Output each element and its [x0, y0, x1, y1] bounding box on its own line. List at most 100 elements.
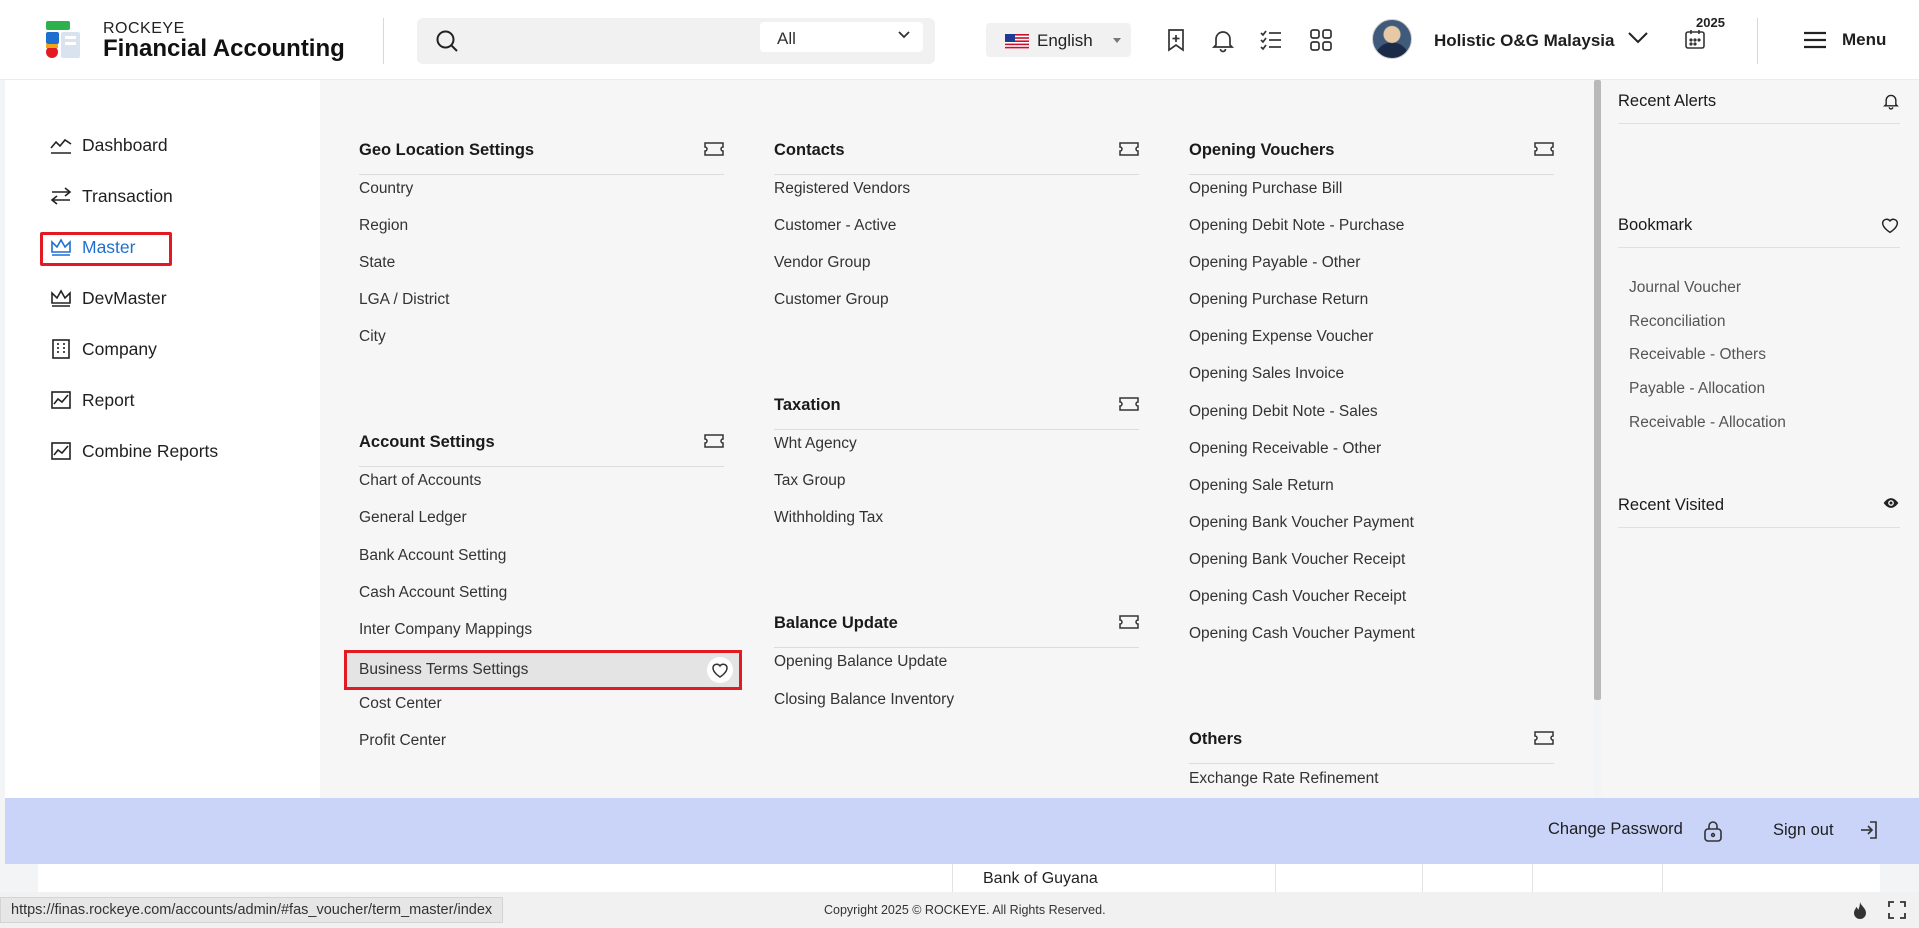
bookmark-header: Bookmark: [1618, 204, 1900, 248]
menu-link-state[interactable]: State: [359, 254, 395, 272]
menu-link-opening-sale-return[interactable]: Opening Sale Return: [1189, 477, 1334, 495]
menu-link-bank-account-setting[interactable]: Bank Account Setting: [359, 547, 506, 565]
section-header-opening-vouchers: Opening Vouchers: [1189, 125, 1554, 175]
nav-item-transaction[interactable]: Transaction: [50, 183, 290, 209]
ticket-icon[interactable]: [1119, 615, 1139, 629]
menu-link-customer-group[interactable]: Customer Group: [774, 291, 889, 309]
nav-item-company[interactable]: Company: [50, 336, 290, 362]
bell-icon[interactable]: [1210, 27, 1236, 53]
menu-link-lga-district[interactable]: LGA / District: [359, 291, 449, 309]
sign-out-icon[interactable]: [1859, 820, 1879, 840]
bookmark-reconciliation[interactable]: Reconciliation: [1629, 313, 1726, 331]
menu-link-profit-center[interactable]: Profit Center: [359, 732, 446, 750]
ticket-icon[interactable]: [1119, 397, 1139, 411]
menu-link-chart-of-accounts[interactable]: Chart of Accounts: [359, 472, 481, 490]
section-title: Taxation: [774, 396, 841, 414]
menu-link-opening-balance-update[interactable]: Opening Balance Update: [774, 653, 947, 671]
menu-link-vendor-group[interactable]: Vendor Group: [774, 254, 871, 272]
bell-icon[interactable]: [1882, 92, 1900, 110]
menu-link-opening-receivable-other[interactable]: Opening Receivable - Other: [1189, 440, 1381, 458]
nav-item-report[interactable]: Report: [50, 387, 290, 413]
scrollbar[interactable]: [1594, 80, 1601, 700]
bookmark-receivable-others[interactable]: Receivable - Others: [1629, 346, 1766, 364]
eye-icon[interactable]: [1882, 496, 1900, 510]
menu-link-exchange-rate-refinement[interactable]: Exchange Rate Refinement: [1189, 770, 1379, 788]
nav-label: Company: [82, 339, 157, 359]
menu-link-business-terms-settings[interactable]: Business Terms Settings: [344, 650, 742, 690]
avatar[interactable]: [1372, 19, 1412, 59]
sign-out-link[interactable]: Sign out: [1773, 821, 1834, 840]
menu-link-opening-cash-voucher-payment[interactable]: Opening Cash Voucher Payment: [1189, 625, 1415, 643]
fullscreen-icon[interactable]: [1888, 901, 1906, 919]
menu-link-cost-center[interactable]: Cost Center: [359, 695, 442, 713]
menu-link-registered-vendors[interactable]: Registered Vendors: [774, 180, 910, 198]
copyright-text: Copyright 2025 © ROCKEYE. All Rights Res…: [824, 903, 1106, 917]
menu-link-inter-company-mappings[interactable]: Inter Company Mappings: [359, 621, 532, 639]
ticket-icon[interactable]: [1534, 731, 1554, 745]
change-password-link[interactable]: Change Password: [1548, 820, 1683, 839]
table-divider: [952, 864, 953, 892]
account-actions-bar: Change Password Sign out: [5, 798, 1919, 864]
chevron-down-icon[interactable]: [1627, 31, 1649, 45]
section-title: Geo Location Settings: [359, 141, 535, 159]
ticket-icon[interactable]: [704, 142, 724, 156]
menu-link-tax-group[interactable]: Tax Group: [774, 472, 846, 490]
nav-item-combine-reports[interactable]: Combine Reports: [50, 438, 290, 464]
checklist-icon[interactable]: [1258, 27, 1284, 53]
calendar-icon[interactable]: [1683, 27, 1707, 51]
menu-link-country[interactable]: Country: [359, 180, 413, 198]
heart-icon[interactable]: [1880, 216, 1900, 234]
menu-link-opening-bank-voucher-receipt[interactable]: Opening Bank Voucher Receipt: [1189, 551, 1405, 569]
language-value: English: [1037, 31, 1093, 50]
menu-link-opening-bank-voucher-payment[interactable]: Opening Bank Voucher Payment: [1189, 514, 1414, 532]
menu-link-cash-account-setting[interactable]: Cash Account Setting: [359, 584, 507, 602]
menu-link-opening-debit-note-sales[interactable]: Opening Debit Note - Sales: [1189, 403, 1378, 421]
menu-link-withholding-tax[interactable]: Withholding Tax: [774, 509, 883, 527]
nav-item-devmaster[interactable]: DevMaster: [50, 285, 290, 311]
rockeye-logo[interactable]: [44, 20, 82, 60]
menu-link-wht-agency[interactable]: Wht Agency: [774, 435, 857, 453]
bookmark-journal-voucher[interactable]: Journal Voucher: [1629, 279, 1741, 297]
table-divider: [1662, 864, 1663, 892]
menu-link-opening-purchase-bill[interactable]: Opening Purchase Bill: [1189, 180, 1342, 198]
nav-label: DevMaster: [82, 288, 167, 308]
menu-link-opening-payable-other[interactable]: Opening Payable - Other: [1189, 254, 1360, 272]
menu-link-opening-cash-voucher-receipt[interactable]: Opening Cash Voucher Receipt: [1189, 588, 1406, 606]
menu-link-customer-active[interactable]: Customer - Active: [774, 217, 896, 235]
apps-grid-icon[interactable]: [1308, 27, 1334, 53]
menu-link-region[interactable]: Region: [359, 217, 408, 235]
report-chart-icon: [50, 441, 72, 461]
background-table-row: Bank of Guyana: [38, 864, 1880, 892]
master-mega-menu: Geo Location Settings Country Region Sta…: [320, 80, 1594, 798]
bookmark-payable-allocation[interactable]: Payable - Allocation: [1629, 380, 1765, 398]
section-title: Contacts: [774, 141, 845, 159]
panel-title: Recent Alerts: [1618, 92, 1717, 110]
search-scope-select[interactable]: All: [760, 22, 923, 52]
search-bar[interactable]: All: [417, 18, 935, 64]
menu-link-general-ledger[interactable]: General Ledger: [359, 509, 467, 527]
nav-label: Dashboard: [82, 135, 168, 155]
ticket-icon[interactable]: [1119, 142, 1139, 156]
bookmark-add-icon[interactable]: [1163, 27, 1189, 53]
search-icon[interactable]: [435, 29, 459, 53]
menu-link-opening-debit-note-purchase[interactable]: Opening Debit Note - Purchase: [1189, 217, 1404, 235]
language-select[interactable]: English: [986, 23, 1131, 57]
heart-icon[interactable]: [707, 657, 733, 683]
fire-icon[interactable]: [1851, 901, 1869, 921]
lock-icon[interactable]: [1702, 819, 1724, 843]
menu-link-closing-balance-inventory[interactable]: Closing Balance Inventory: [774, 691, 954, 709]
report-chart-icon: [50, 390, 72, 410]
ticket-icon[interactable]: [704, 434, 724, 448]
company-name[interactable]: Holistic O&G Malaysia: [1434, 31, 1614, 51]
menu-button[interactable]: Menu: [1802, 28, 1892, 52]
top-header: ROCKEYE Financial Accounting All English…: [0, 0, 1919, 80]
menu-link-city[interactable]: City: [359, 328, 386, 346]
bookmark-receivable-allocation[interactable]: Receivable - Allocation: [1629, 414, 1786, 432]
section-title: Balance Update: [774, 614, 898, 632]
ticket-icon[interactable]: [1534, 142, 1554, 156]
nav-item-dashboard[interactable]: Dashboard: [50, 132, 290, 158]
nav-label: Combine Reports: [82, 441, 219, 461]
menu-link-opening-expense-voucher[interactable]: Opening Expense Voucher: [1189, 328, 1373, 346]
menu-link-opening-purchase-return[interactable]: Opening Purchase Return: [1189, 291, 1368, 309]
menu-link-opening-sales-invoice[interactable]: Opening Sales Invoice: [1189, 365, 1344, 383]
